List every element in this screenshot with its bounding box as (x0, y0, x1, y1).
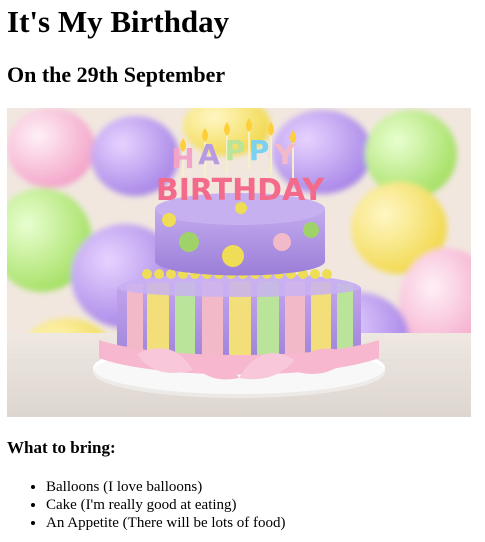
topper-letter-p1: P (225, 134, 246, 167)
birthday-cake-image: H A P P Y BIRTHDAY (7, 108, 471, 417)
bring-list: Balloons (I love balloons) Cake (I'm rea… (7, 478, 286, 532)
page-title: It's My Birthday (7, 4, 230, 39)
what-to-bring-heading: What to bring: (7, 438, 116, 457)
topper-letter-a: A (198, 138, 220, 171)
page-subtitle: On the 29th September (7, 62, 226, 87)
bring-item-balloons: Balloons (I love balloons) (46, 478, 286, 496)
topper-letter-p2: P (249, 134, 270, 167)
topper-letter-y: Y (274, 138, 296, 171)
bring-item-cake: Cake (I'm really good at eating) (46, 496, 286, 514)
bring-item-appetite: An Appetite (There will be lots of food) (46, 514, 286, 532)
topper-letter-h: H (171, 142, 194, 175)
topper-line2: BIRTHDAY (156, 173, 326, 208)
